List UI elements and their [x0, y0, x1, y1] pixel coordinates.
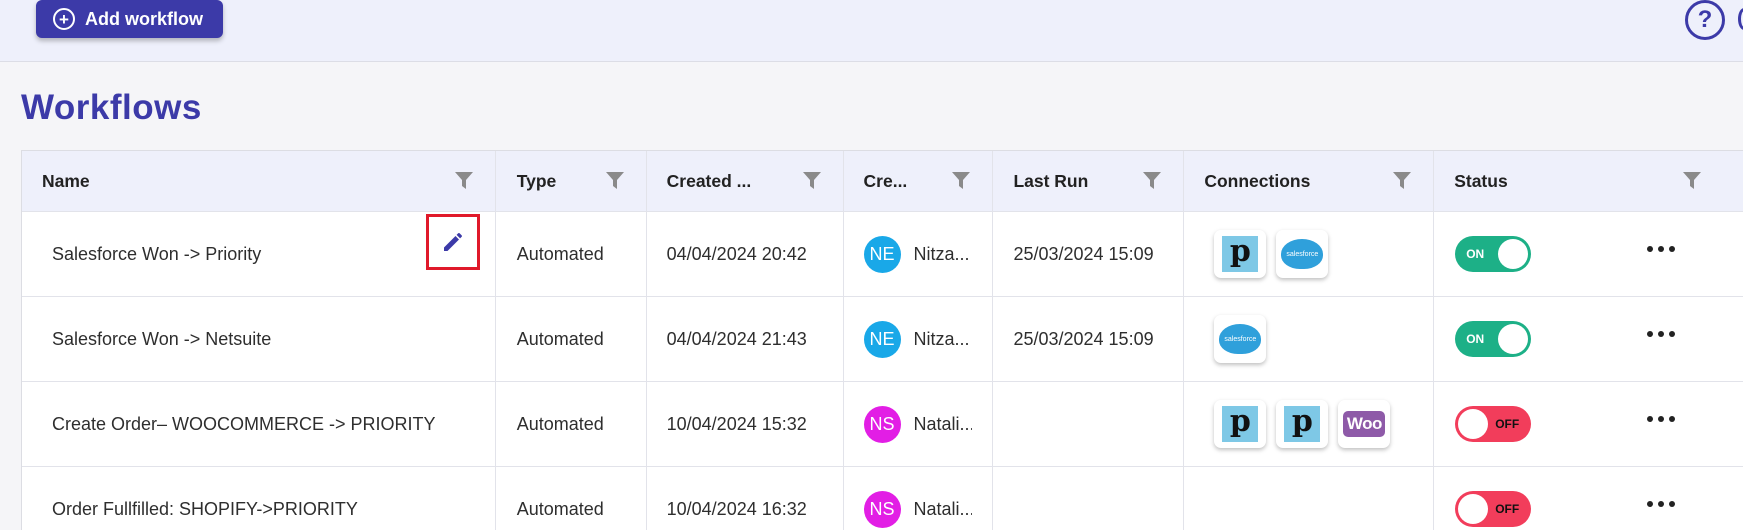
column-header-connections[interactable]: Connections	[1184, 151, 1435, 211]
last-run-cell: 25/03/2024 15:09	[993, 297, 1185, 381]
filter-icon[interactable]	[454, 172, 473, 190]
edit-button[interactable]	[426, 214, 480, 270]
type-cell: Automated	[496, 212, 647, 296]
column-header-creator[interactable]: Cre...	[844, 151, 994, 211]
toggle-knob	[1458, 494, 1489, 524]
woocommerce-logo-icon: Woo	[1338, 400, 1391, 448]
connections-cell: p p Woo	[1184, 382, 1435, 466]
created-cell: 10/04/2024 15:32	[647, 382, 844, 466]
column-header-type[interactable]: Type	[496, 151, 647, 211]
filter-icon[interactable]	[1683, 172, 1702, 190]
column-header-status[interactable]: Status	[1434, 151, 1743, 211]
question-circle-icon[interactable]: ?	[1685, 0, 1725, 40]
status-cell: OFF	[1434, 382, 1743, 466]
status-cell: ON	[1434, 212, 1743, 296]
workflows-table: Name Type Created ... Cre... Last Run Co…	[21, 150, 1743, 530]
column-header-created[interactable]: Created ...	[647, 151, 844, 211]
creator-cell: NE Nitza...	[844, 297, 994, 381]
toggle-knob	[1498, 324, 1529, 354]
creator-cell: NS Natali...	[844, 382, 994, 466]
creator-cell: NS Natali...	[844, 467, 994, 530]
toggle-knob	[1458, 409, 1489, 439]
table-row[interactable]: Order Fullfilled: SHOPIFY->PRIORITY Auto…	[22, 467, 1743, 530]
status-toggle[interactable]: OFF	[1455, 491, 1532, 527]
priority-logo-icon: p	[1214, 400, 1267, 448]
workflow-name-cell[interactable]: Salesforce Won -> Priority	[22, 212, 496, 296]
workflow-name-cell[interactable]: Salesforce Won -> Netsuite	[22, 297, 496, 381]
filter-icon[interactable]	[1143, 172, 1162, 190]
salesforce-logo-icon: salesforce	[1276, 230, 1329, 278]
status-cell: ON	[1434, 297, 1743, 381]
filter-icon[interactable]	[605, 172, 624, 190]
creator-cell: NE Nitza...	[844, 212, 994, 296]
type-cell: Automated	[496, 297, 647, 381]
column-header-name[interactable]: Name	[22, 151, 496, 211]
status-toggle[interactable]: ON	[1455, 321, 1532, 357]
workflow-name-cell[interactable]: Create Order– WOOCOMMERCE -> PRIORITY	[22, 382, 496, 466]
table-row[interactable]: Create Order– WOOCOMMERCE -> PRIORITY Au…	[22, 382, 1743, 467]
type-cell: Automated	[496, 382, 647, 466]
created-cell: 04/04/2024 21:43	[647, 297, 844, 381]
creator-name: Natali...	[913, 413, 972, 434]
created-cell: 04/04/2024 20:42	[647, 212, 844, 296]
connections-cell	[1184, 467, 1435, 530]
table-row[interactable]: Salesforce Won -> Priority Automated 04/…	[22, 212, 1743, 297]
filter-icon[interactable]	[802, 172, 821, 190]
more-options-icon[interactable]	[1647, 497, 1676, 511]
top-toolbar: + Add workflow ?	[0, 0, 1743, 62]
last-run-cell	[993, 382, 1185, 466]
status-toggle[interactable]: OFF	[1455, 406, 1532, 442]
status-toggle[interactable]: ON	[1455, 236, 1532, 272]
add-workflow-button[interactable]: + Add workflow	[36, 0, 223, 38]
avatar: NE	[863, 235, 901, 273]
more-options-icon[interactable]	[1647, 412, 1676, 426]
avatar: NE	[863, 320, 901, 358]
creator-name: Natali...	[913, 498, 972, 519]
created-cell: 10/04/2024 16:32	[647, 467, 844, 530]
creator-name: Nitza...	[913, 328, 970, 349]
type-cell: Automated	[496, 467, 647, 530]
more-options-icon[interactable]	[1647, 327, 1676, 341]
user-menu-icon[interactable]	[1738, 8, 1743, 30]
priority-logo-icon: p	[1276, 400, 1329, 448]
pencil-icon	[444, 233, 462, 251]
table-row[interactable]: Salesforce Won -> Netsuite Automated 04/…	[22, 297, 1743, 382]
last-run-cell	[993, 467, 1185, 530]
last-run-cell: 25/03/2024 15:09	[993, 212, 1185, 296]
avatar: NS	[863, 490, 901, 528]
salesforce-logo-icon: salesforce	[1214, 315, 1267, 363]
column-header-last-run[interactable]: Last Run	[993, 151, 1185, 211]
plus-circle-icon: +	[53, 8, 75, 30]
toggle-knob	[1498, 239, 1529, 269]
workflow-name-cell[interactable]: Order Fullfilled: SHOPIFY->PRIORITY	[22, 467, 496, 530]
filter-icon[interactable]	[952, 172, 971, 190]
page-title: Workflows	[21, 88, 202, 127]
status-cell: OFF	[1434, 467, 1743, 530]
priority-logo-icon: p	[1214, 230, 1267, 278]
connections-cell: salesforce	[1184, 297, 1435, 381]
creator-name: Nitza...	[913, 243, 970, 264]
add-workflow-label: Add workflow	[85, 8, 203, 29]
connections-cell: p salesforce	[1184, 212, 1435, 296]
avatar: NS	[863, 405, 901, 443]
filter-icon[interactable]	[1393, 172, 1412, 190]
table-header-row: Name Type Created ... Cre... Last Run Co…	[22, 151, 1743, 212]
more-options-icon[interactable]	[1647, 242, 1676, 256]
